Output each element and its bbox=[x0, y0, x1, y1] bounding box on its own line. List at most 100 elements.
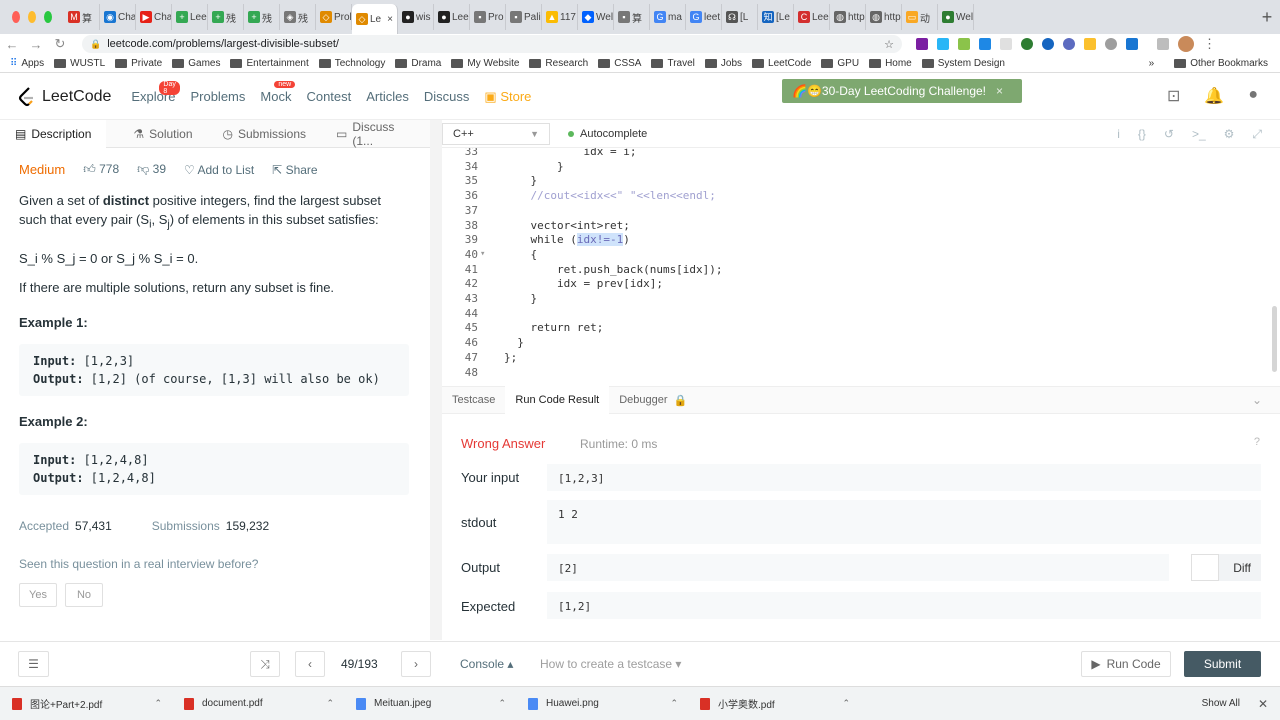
url-input[interactable]: 🔒 leetcode.com/problems/largest-divisibl… bbox=[82, 35, 902, 53]
extension-icon[interactable] bbox=[979, 38, 991, 50]
browser-tab[interactable]: ◍ http bbox=[830, 4, 866, 30]
chevron-up-icon[interactable]: ⌃ bbox=[670, 698, 678, 709]
bookmark-item[interactable]: WUSTL bbox=[54, 58, 105, 69]
extension-icon[interactable] bbox=[1021, 38, 1033, 50]
extension-icon[interactable] bbox=[958, 38, 970, 50]
bookmark-item[interactable]: LeetCode bbox=[752, 58, 811, 69]
close-icon[interactable]: ✕ bbox=[1258, 697, 1268, 711]
user-avatar-icon[interactable]: ● bbox=[1248, 86, 1258, 106]
bookmark-item[interactable]: Travel bbox=[651, 58, 695, 69]
bookmark-item[interactable]: Games bbox=[172, 58, 220, 69]
extension-icon[interactable] bbox=[1084, 38, 1096, 50]
browser-tab[interactable]: ◍ http bbox=[866, 4, 902, 30]
browser-tab[interactable]: ☊ [L bbox=[722, 4, 758, 30]
browser-tab[interactable]: ◉ Cha bbox=[100, 4, 136, 30]
run-code-button[interactable]: ▶ Run Code bbox=[1081, 651, 1171, 677]
reload-button[interactable]: ↻ bbox=[48, 36, 72, 52]
nav-articles[interactable]: Articles bbox=[366, 89, 409, 105]
browser-tab[interactable]: + 残 bbox=[244, 4, 280, 30]
bookmark-item[interactable]: Home bbox=[869, 58, 912, 69]
chevron-up-icon[interactable]: ⌃ bbox=[154, 698, 162, 709]
browser-tab[interactable]: ▪ Pali bbox=[506, 4, 542, 30]
chevron-up-icon[interactable]: ⌃ bbox=[842, 698, 850, 709]
browser-tab[interactable]: + 残 bbox=[208, 4, 244, 30]
browser-tab[interactable]: ● Wel bbox=[938, 4, 974, 30]
tab-debugger[interactable]: Debugger 🔒 bbox=[609, 386, 697, 414]
browser-tab[interactable]: ◈ 残 bbox=[280, 4, 316, 30]
challenge-banner[interactable]: 🌈😁 30-Day LeetCoding Challenge! × bbox=[782, 79, 1022, 103]
chevron-down-icon[interactable]: ⌄ bbox=[1252, 393, 1262, 407]
new-tab-button[interactable]: + bbox=[1254, 7, 1280, 28]
bookmark-item[interactable]: CSSA bbox=[598, 58, 641, 69]
download-item[interactable]: 图论+Part+2.pdf ⌃ bbox=[0, 696, 172, 711]
bookmarks-more-button[interactable]: » bbox=[1149, 58, 1155, 69]
settings-gear-icon[interactable]: ⚙ bbox=[1224, 127, 1235, 142]
nav-problems[interactable]: Problems bbox=[190, 89, 245, 105]
browser-tab[interactable]: + Lee bbox=[172, 4, 208, 30]
extension-icon[interactable] bbox=[1000, 38, 1012, 50]
tab-testcase[interactable]: Testcase bbox=[442, 386, 505, 414]
leetcode-logo[interactable]: LeetCode bbox=[18, 86, 111, 107]
nav-contest[interactable]: Contest bbox=[306, 89, 351, 105]
nav-explore[interactable]: Explore Day 8 bbox=[131, 80, 180, 105]
browser-tab[interactable]: M算 bbox=[64, 4, 100, 30]
browser-tab[interactable]: 知 [Le bbox=[758, 4, 794, 30]
bookmark-item[interactable]: Research bbox=[529, 58, 588, 69]
browser-tab[interactable]: C Lee bbox=[794, 4, 830, 30]
browser-tab[interactable]: ● wis bbox=[398, 4, 434, 30]
terminal-icon[interactable]: >_ bbox=[1192, 127, 1206, 142]
bookmark-item[interactable]: GPU bbox=[821, 58, 859, 69]
bookmark-item[interactable]: Jobs bbox=[704, 58, 742, 69]
nav-store[interactable]: ▣ Store bbox=[484, 89, 531, 105]
browser-tab[interactable]: ▪ Pro bbox=[470, 4, 506, 30]
nav-mock[interactable]: Mock new bbox=[260, 80, 296, 105]
notifications-bell-icon[interactable]: 🔔 bbox=[1204, 86, 1224, 106]
bookmark-item[interactable]: Entertainment bbox=[230, 58, 309, 69]
extension-icon[interactable] bbox=[1105, 38, 1117, 50]
bookmark-item[interactable]: System Design bbox=[921, 58, 1005, 69]
tab-submissions[interactable]: ◷ Submissions bbox=[208, 120, 322, 148]
bookmark-star-icon[interactable]: ☆ bbox=[884, 38, 894, 51]
download-item[interactable]: document.pdf ⌃ bbox=[172, 696, 344, 711]
bookmark-item[interactable]: Private bbox=[115, 58, 162, 69]
minimize-window-button[interactable] bbox=[28, 11, 36, 23]
tab-solution[interactable]: ⚗ Solution bbox=[118, 120, 207, 148]
browser-tab[interactable]: ▪ 算 bbox=[614, 4, 650, 30]
browser-tab[interactable]: Gma bbox=[650, 4, 686, 30]
extension-icon[interactable] bbox=[1126, 38, 1138, 50]
nav-discuss[interactable]: Discuss bbox=[424, 89, 470, 105]
tab-description[interactable]: ▤ Description bbox=[0, 119, 107, 148]
autocomplete-toggle[interactable]: Autocomplete bbox=[568, 128, 647, 140]
close-tab-icon[interactable]: × bbox=[387, 14, 393, 25]
language-select[interactable]: C++ ▼ bbox=[442, 122, 550, 145]
browser-menu-icon[interactable]: ⋮ bbox=[1203, 36, 1216, 52]
submit-button[interactable]: Submit bbox=[1184, 651, 1261, 677]
dislike-button[interactable]: 👎︎ 39 bbox=[137, 162, 166, 177]
code-editor[interactable]: 33 idx = i; 34 } 35 } 36 //cout<<idx<<" "<<… bbox=[442, 148, 1272, 380]
browser-tab[interactable]: ▲ 117 bbox=[542, 4, 578, 30]
bookmark-item[interactable]: Technology bbox=[318, 58, 385, 69]
download-item[interactable]: Huawei.png ⌃ bbox=[516, 696, 688, 711]
reset-icon[interactable]: ↺ bbox=[1164, 127, 1174, 142]
chevron-up-icon[interactable]: ⌃ bbox=[498, 698, 506, 709]
extension-icon[interactable] bbox=[937, 38, 949, 50]
playground-icon[interactable]: ⊡ bbox=[1167, 86, 1180, 106]
fold-chevron-icon[interactable]: ▾ bbox=[480, 247, 485, 262]
no-button[interactable]: No bbox=[65, 582, 103, 607]
browser-tab[interactable]: ◇ Le × bbox=[352, 4, 398, 34]
show-all-downloads[interactable]: Show All bbox=[1202, 698, 1240, 709]
close-window-button[interactable] bbox=[12, 11, 20, 23]
random-problem-button[interactable]: ⤨ bbox=[250, 651, 280, 677]
bookmark-item[interactable]: My Website bbox=[451, 58, 519, 69]
yes-button[interactable]: Yes bbox=[19, 582, 57, 607]
share-button[interactable]: ⇱ Share bbox=[272, 163, 317, 177]
help-icon[interactable]: ? bbox=[1254, 436, 1260, 448]
download-item[interactable]: Meituan.jpeg ⌃ bbox=[344, 696, 516, 711]
maximize-window-button[interactable] bbox=[44, 11, 52, 23]
browser-tab[interactable]: ▭ 动 bbox=[902, 4, 938, 30]
diff-toggle[interactable]: Diff bbox=[1191, 554, 1261, 581]
browser-tab[interactable]: ◇ Prol bbox=[316, 4, 352, 30]
fullscreen-icon[interactable]: ⤢ bbox=[1252, 127, 1262, 142]
extension-icon[interactable] bbox=[1157, 38, 1169, 50]
prev-problem-button[interactable]: ‹ bbox=[295, 651, 325, 677]
